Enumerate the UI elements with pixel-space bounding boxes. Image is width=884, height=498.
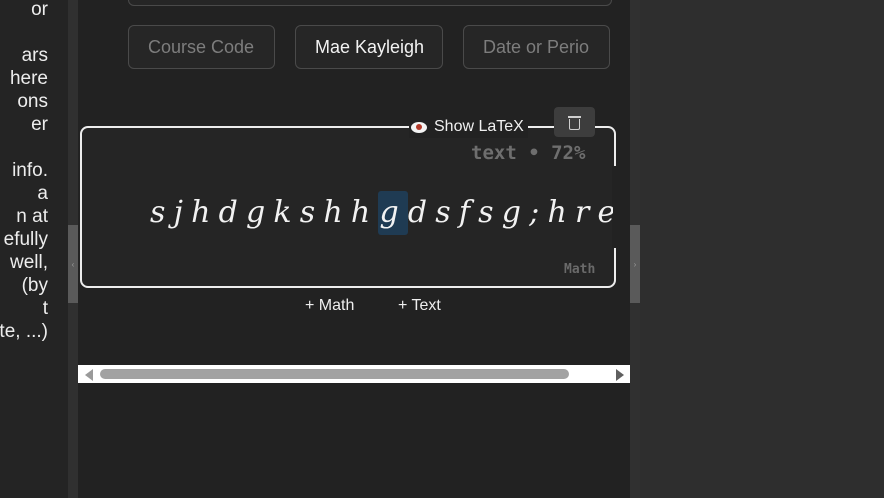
right-splitter-handle[interactable]: › [630, 225, 640, 303]
math-mode-label: Math [564, 262, 596, 277]
left-splitter-handle[interactable]: ‹ [68, 225, 78, 303]
scrollbar-thumb[interactable] [100, 369, 569, 379]
scroll-left-icon[interactable] [85, 369, 93, 381]
top-input-field[interactable] [128, 0, 612, 6]
trash-icon [568, 116, 581, 118]
left-panel: or ars here ons er info. a n at efully w… [0, 0, 68, 498]
student-name-input[interactable]: Mae Kayleigh [295, 25, 443, 69]
delete-button[interactable] [554, 107, 595, 137]
main-panel: Course Code Mae Kayleigh Date or Perio S… [78, 0, 632, 498]
horizontal-scrollbar[interactable] [78, 365, 630, 383]
instructions-text: or ars here ons er info. a n at efully w… [0, 0, 48, 342]
scroll-right-icon[interactable] [616, 369, 624, 381]
course-code-input[interactable]: Course Code [128, 25, 275, 69]
add-math-button[interactable]: + Math [305, 297, 354, 315]
show-latex-toggle[interactable]: Show LaTeX [409, 116, 528, 138]
right-splitter[interactable]: › [630, 0, 640, 498]
date-input[interactable]: Date or Perio [463, 25, 610, 69]
show-latex-label: Show LaTeX [434, 118, 524, 135]
math-input-content[interactable]: sjhdgkshhgdsfsg;hreug [150, 190, 613, 236]
right-panel [640, 0, 884, 498]
add-text-button[interactable]: + Text [398, 297, 441, 315]
math-text-before: sjhdgkshh [150, 195, 379, 230]
eye-icon [411, 121, 427, 133]
math-cursor-highlight: g [378, 191, 408, 235]
left-splitter[interactable]: ‹ [68, 0, 78, 498]
editor-notch [612, 166, 632, 248]
editor-mode-label: text • 72% [471, 142, 586, 164]
math-text-after: dsfsg;hreug [407, 195, 613, 230]
